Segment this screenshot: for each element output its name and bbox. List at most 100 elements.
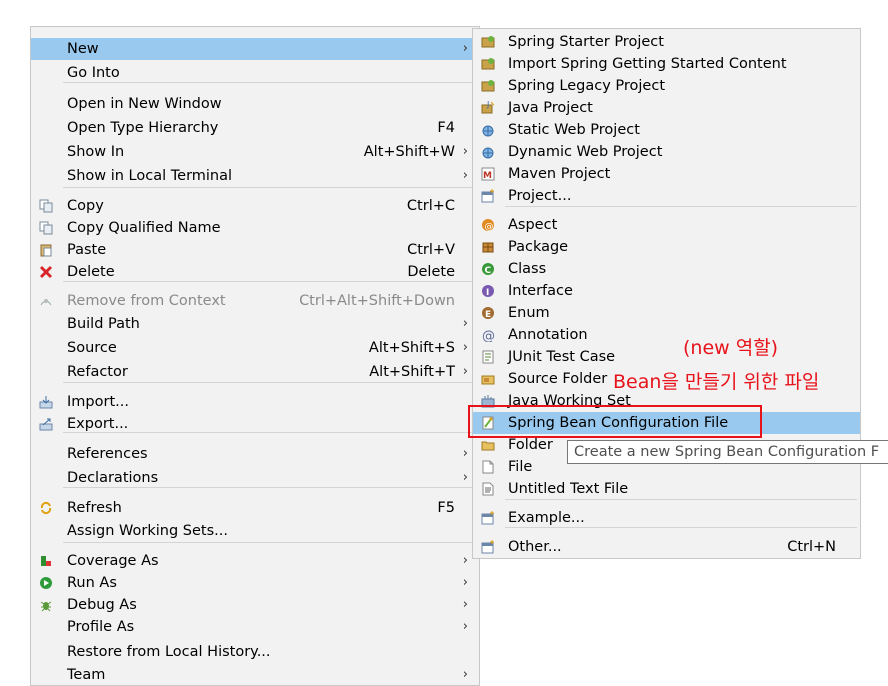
menu-item-label: Other... bbox=[508, 539, 562, 555]
menu-item-label: Export... bbox=[67, 416, 129, 432]
menu-item-debug-as[interactable]: Debug As › bbox=[31, 594, 479, 616]
submenu-item-dynamic-web-project[interactable]: Dynamic Web Project bbox=[473, 141, 860, 163]
submenu-item-java-project[interactable]: J Java Project bbox=[473, 97, 860, 119]
shortcut-label: Delete bbox=[407, 264, 455, 280]
menu-item-declarations[interactable]: Declarations › bbox=[31, 467, 479, 489]
menu-item-open-in-new-window[interactable]: Open in New Window bbox=[31, 93, 479, 115]
menu-item-label: Run As bbox=[67, 575, 117, 591]
menu-item-label: Copy Qualified Name bbox=[67, 220, 221, 236]
menu-item-coverage-as[interactable]: Coverage As › bbox=[31, 550, 479, 572]
submenu-item-package[interactable]: Package bbox=[473, 236, 860, 258]
svg-text:@: @ bbox=[485, 222, 494, 232]
menu-item-run-as[interactable]: Run As › bbox=[31, 572, 479, 594]
source-folder-icon bbox=[481, 372, 495, 386]
menu-item-profile-as[interactable]: Profile As › bbox=[31, 616, 479, 638]
submenu-arrow-icon: › bbox=[462, 470, 468, 485]
menu-item-source[interactable]: Source Alt+Shift+S › bbox=[31, 337, 479, 359]
coverage-icon bbox=[39, 554, 53, 568]
menu-item-refresh[interactable]: Refresh F5 bbox=[31, 497, 479, 519]
submenu-item-other[interactable]: Other... Ctrl+N bbox=[473, 536, 860, 558]
menu-item-go-into[interactable]: Go Into bbox=[31, 62, 479, 84]
menu-item-label: Dynamic Web Project bbox=[508, 144, 663, 160]
package-icon bbox=[481, 240, 495, 254]
menu-item-label: Build Path bbox=[67, 316, 140, 332]
submenu-item-untitled-text-file[interactable]: Untitled Text File bbox=[473, 478, 860, 500]
menu-item-copy[interactable]: Copy Ctrl+C bbox=[31, 195, 479, 217]
menu-item-import[interactable]: Import... bbox=[31, 391, 479, 413]
annotation-highlight-box bbox=[468, 405, 762, 438]
menu-item-paste[interactable]: Paste Ctrl+V bbox=[31, 239, 479, 261]
run-icon bbox=[39, 576, 53, 590]
tooltip-text: Create a new Spring Bean Configuration F bbox=[574, 444, 880, 460]
menu-item-label: References bbox=[67, 446, 148, 462]
spring-project-icon bbox=[481, 35, 495, 49]
menu-item-delete[interactable]: Delete Delete bbox=[31, 261, 479, 283]
submenu-arrow-icon: › bbox=[462, 553, 468, 568]
menu-item-label: Untitled Text File bbox=[508, 481, 629, 497]
menu-item-label: Coverage As bbox=[67, 553, 159, 569]
menu-item-refactor[interactable]: Refactor Alt+Shift+T › bbox=[31, 361, 479, 383]
menu-item-label: Example... bbox=[508, 510, 585, 526]
submenu-arrow-icon: › bbox=[462, 144, 468, 159]
svg-text:C: C bbox=[485, 266, 492, 276]
submenu-arrow-icon: › bbox=[462, 168, 468, 183]
shortcut-label: Ctrl+N bbox=[787, 539, 836, 555]
class-icon: C bbox=[481, 262, 495, 276]
menu-item-label: Java Project bbox=[508, 100, 593, 116]
menu-item-new[interactable]: New › bbox=[31, 38, 479, 60]
spring-project-icon bbox=[481, 57, 495, 71]
menu-item-team[interactable]: Team › bbox=[31, 664, 479, 686]
file-icon bbox=[481, 460, 495, 474]
submenu-arrow-icon: › bbox=[462, 667, 468, 682]
submenu-arrow-icon: › bbox=[462, 364, 468, 379]
debug-icon bbox=[39, 598, 53, 612]
menu-item-show-in[interactable]: Show In Alt+Shift+W › bbox=[31, 141, 479, 163]
menu-item-label: Import... bbox=[67, 394, 129, 410]
submenu-arrow-icon: › bbox=[462, 446, 468, 461]
menu-item-export[interactable]: Export... bbox=[31, 413, 479, 435]
submenu-item-junit-test-case[interactable]: JUnit Test Case bbox=[473, 346, 860, 368]
delete-icon bbox=[39, 265, 53, 279]
java-project-icon: J bbox=[481, 101, 495, 115]
menu-item-label: Annotation bbox=[508, 327, 588, 343]
menu-item-open-type-hierarchy[interactable]: Open Type Hierarchy F4 bbox=[31, 117, 479, 139]
menu-item-label: Delete bbox=[67, 264, 115, 280]
annotation-icon: @ bbox=[481, 328, 495, 342]
web-project-icon bbox=[481, 123, 495, 137]
submenu-item-class[interactable]: C Class bbox=[473, 258, 860, 280]
menu-item-copy-qualified-name[interactable]: Copy Qualified Name bbox=[31, 217, 479, 239]
menu-item-restore-from-local-history[interactable]: Restore from Local History... bbox=[31, 641, 479, 663]
submenu-item-spring-starter-project[interactable]: Spring Starter Project bbox=[473, 31, 860, 53]
shortcut-label: Ctrl+Alt+Shift+Down bbox=[299, 293, 455, 309]
submenu-item-project[interactable]: Project... bbox=[473, 185, 860, 207]
submenu-item-import-spring-getting-started[interactable]: Import Spring Getting Started Content bbox=[473, 53, 860, 75]
menu-item-label: Go Into bbox=[67, 65, 120, 81]
submenu-item-spring-legacy-project[interactable]: Spring Legacy Project bbox=[473, 75, 860, 97]
menu-item-label: Restore from Local History... bbox=[67, 644, 271, 660]
menu-item-label: New bbox=[67, 41, 99, 57]
new-project-icon bbox=[481, 189, 495, 203]
submenu-item-aspect[interactable]: @ Aspect bbox=[473, 214, 860, 236]
menu-item-label: Remove from Context bbox=[67, 293, 226, 309]
submenu-item-enum[interactable]: E Enum bbox=[473, 302, 860, 324]
menu-item-label: Interface bbox=[508, 283, 573, 299]
menu-item-label: Refresh bbox=[67, 500, 122, 516]
submenu-item-annotation[interactable]: @ Annotation bbox=[473, 324, 860, 346]
svg-text:E: E bbox=[485, 310, 491, 320]
submenu-item-example[interactable]: Example... bbox=[473, 507, 860, 529]
menu-item-assign-working-sets[interactable]: Assign Working Sets... bbox=[31, 520, 479, 542]
aspect-icon: @ bbox=[481, 218, 495, 232]
menu-item-label: Spring Starter Project bbox=[508, 34, 664, 50]
submenu-item-interface[interactable]: I Interface bbox=[473, 280, 860, 302]
submenu-item-static-web-project[interactable]: Static Web Project bbox=[473, 119, 860, 141]
menu-item-remove-from-context: Remove from Context Ctrl+Alt+Shift+Down bbox=[31, 290, 479, 312]
menu-item-build-path[interactable]: Build Path › bbox=[31, 313, 479, 335]
new-project-icon bbox=[481, 511, 495, 525]
submenu-arrow-icon: › bbox=[462, 340, 468, 355]
menu-item-references[interactable]: References › bbox=[31, 443, 479, 465]
menu-item-show-in-local-terminal[interactable]: Show in Local Terminal › bbox=[31, 165, 479, 187]
submenu-arrow-icon: › bbox=[462, 597, 468, 612]
menu-item-label: Class bbox=[508, 261, 547, 277]
context-menu: New › Go Into Open in New Window Open Type H… bbox=[30, 26, 480, 686]
submenu-item-maven-project[interactable]: M Maven Project bbox=[473, 163, 860, 185]
